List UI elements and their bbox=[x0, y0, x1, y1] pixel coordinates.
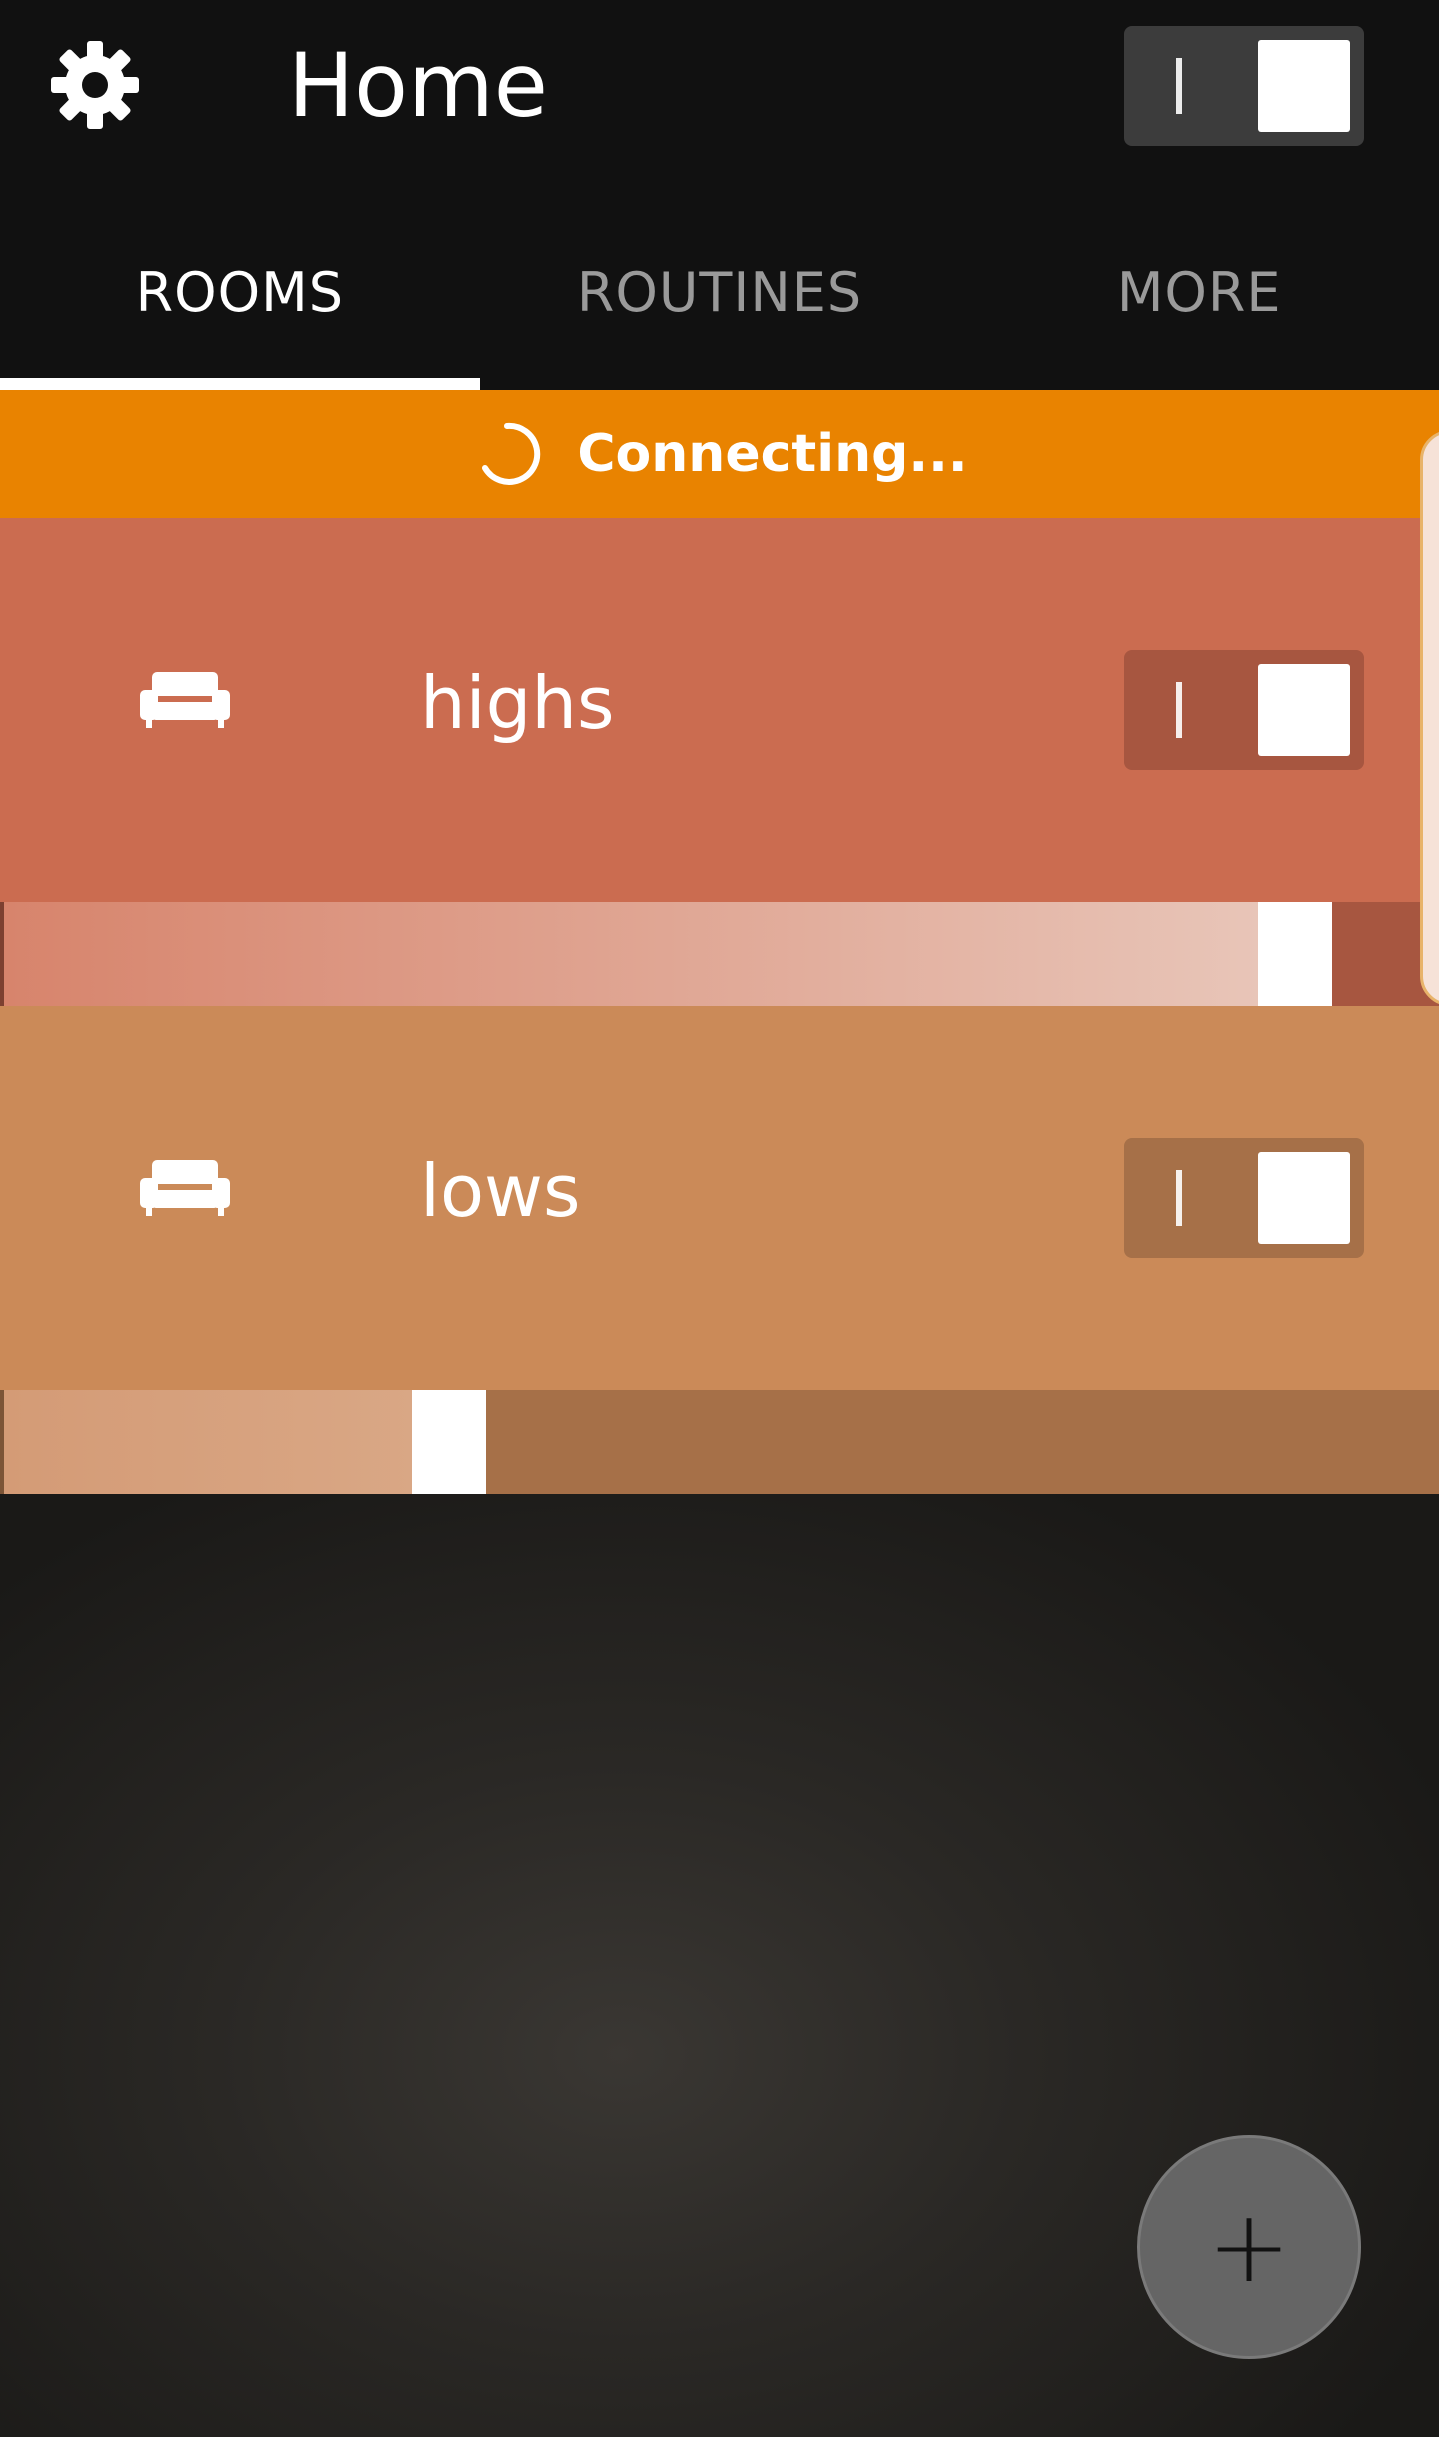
slider-edge bbox=[0, 902, 4, 1006]
toggle-on-mark bbox=[1176, 682, 1182, 738]
toggle-knob[interactable] bbox=[1258, 664, 1350, 756]
tab-routines[interactable]: ROUTINES bbox=[480, 195, 960, 390]
gear-icon bbox=[51, 41, 139, 129]
tab-rooms[interactable]: ROOMS bbox=[0, 195, 480, 390]
toggle-on-mark bbox=[1176, 58, 1182, 114]
slider-fill bbox=[4, 902, 1260, 1006]
toggle-on-mark bbox=[1176, 1170, 1182, 1226]
plus-icon: + bbox=[1207, 2188, 1291, 2305]
room-toggle-highs[interactable] bbox=[1124, 650, 1364, 770]
connecting-banner: Connecting... bbox=[0, 390, 1439, 518]
side-panel-peek[interactable] bbox=[1420, 430, 1439, 1006]
tab-more[interactable]: MORE bbox=[959, 195, 1439, 390]
spinner-icon bbox=[482, 422, 541, 485]
slider-edge bbox=[0, 1390, 4, 1494]
room-name: lows bbox=[420, 1149, 581, 1233]
app-root: Home ROOMS ROUTINES MORE Connecting... h… bbox=[0, 0, 1439, 2437]
room-card-highs[interactable]: highs bbox=[0, 518, 1439, 902]
slider-fill bbox=[4, 1390, 414, 1494]
brightness-slider-lows[interactable] bbox=[0, 1390, 1439, 1494]
slider-thumb[interactable] bbox=[412, 1390, 486, 1494]
slider-thumb[interactable] bbox=[1258, 902, 1332, 1006]
toggle-knob[interactable] bbox=[1258, 1152, 1350, 1244]
add-room-button[interactable]: + bbox=[1137, 2135, 1361, 2359]
settings-button[interactable] bbox=[40, 30, 150, 140]
master-toggle[interactable] bbox=[1124, 26, 1364, 146]
room-toggle-lows[interactable] bbox=[1124, 1138, 1364, 1258]
room-name: highs bbox=[420, 661, 615, 745]
active-tab-indicator bbox=[0, 378, 480, 390]
page-title: Home bbox=[288, 34, 548, 137]
brightness-slider-highs[interactable] bbox=[0, 902, 1439, 1006]
tab-bar: ROOMS ROUTINES MORE bbox=[0, 195, 1439, 390]
room-card-lows[interactable]: lows bbox=[0, 1006, 1439, 1390]
header: Home bbox=[0, 0, 1439, 195]
sofa-icon bbox=[140, 672, 230, 728]
sofa-icon bbox=[140, 1160, 230, 1216]
toggle-knob[interactable] bbox=[1258, 40, 1350, 132]
connecting-text: Connecting... bbox=[577, 424, 968, 484]
